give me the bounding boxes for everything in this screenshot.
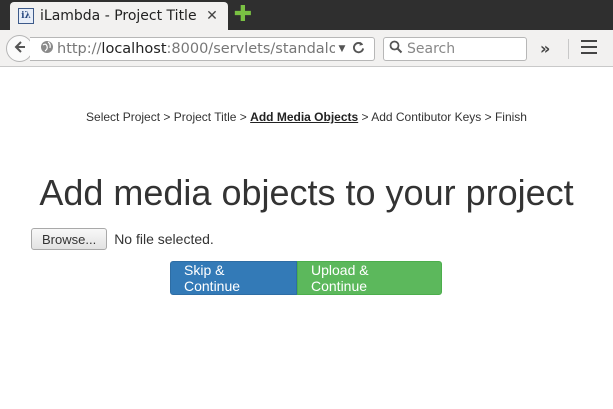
- url-prefix: http://: [57, 41, 102, 57]
- upload-continue-button[interactable]: Upload & Continue: [297, 261, 442, 295]
- url-host: localhost: [101, 41, 167, 57]
- file-status-text: No file selected.: [114, 231, 214, 247]
- ilambda-favicon-icon: iλ: [18, 8, 34, 24]
- breadcrumb-step-finish: Finish: [494, 110, 527, 124]
- overflow-chevron-icon[interactable]: »: [540, 39, 550, 58]
- navigation-toolbar: http://localhost:8000/servlets/standalon…: [0, 30, 613, 67]
- reload-icon[interactable]: [349, 41, 367, 58]
- action-buttons: Skip & Continue Upload & Continue: [170, 261, 442, 295]
- toolbar-separator: [568, 39, 569, 59]
- page-title: Add media objects to your project: [39, 172, 574, 213]
- breadcrumb-step-add-media-objects: Add Media Objects: [250, 110, 359, 124]
- breadcrumb: Select Project > Project Title > Add Med…: [0, 110, 613, 124]
- file-input: Browse... No file selected.: [31, 228, 214, 250]
- back-button[interactable]: [6, 35, 33, 62]
- url-path: :8000/servlets/standalone: [166, 41, 335, 57]
- browser-tab[interactable]: iλ iLambda - Project Title ✕: [10, 2, 228, 30]
- hamburger-menu-icon[interactable]: [581, 40, 597, 56]
- breadcrumb-separator: >: [358, 110, 372, 124]
- search-input[interactable]: [407, 41, 517, 57]
- tab-bar: iλ iLambda - Project Title ✕ ✚: [0, 0, 613, 30]
- browse-button[interactable]: Browse...: [31, 228, 108, 250]
- breadcrumb-step-add-contributor-keys: Add Contibutor Keys: [371, 110, 482, 124]
- dropdown-arrow-icon[interactable]: ▼: [335, 44, 349, 54]
- search-icon: [389, 40, 403, 58]
- search-bar[interactable]: [383, 37, 527, 61]
- url-text: http://localhost:8000/servlets/standalon…: [57, 41, 335, 57]
- breadcrumb-separator: >: [160, 110, 174, 124]
- new-tab-icon[interactable]: ✚: [233, 4, 253, 26]
- globe-icon: [40, 40, 54, 58]
- breadcrumb-separator: >: [481, 110, 495, 124]
- breadcrumb-step-select-project: Select Project: [86, 110, 161, 124]
- close-tab-icon[interactable]: ✕: [204, 8, 220, 24]
- skip-continue-button[interactable]: Skip & Continue: [170, 261, 297, 295]
- address-bar[interactable]: http://localhost:8000/servlets/standalon…: [30, 37, 375, 61]
- tab-title: iLambda - Project Title: [40, 8, 197, 24]
- breadcrumb-step-project-title: Project Title: [173, 110, 237, 124]
- breadcrumb-separator: >: [236, 110, 251, 124]
- back-arrow-icon: [13, 39, 27, 58]
